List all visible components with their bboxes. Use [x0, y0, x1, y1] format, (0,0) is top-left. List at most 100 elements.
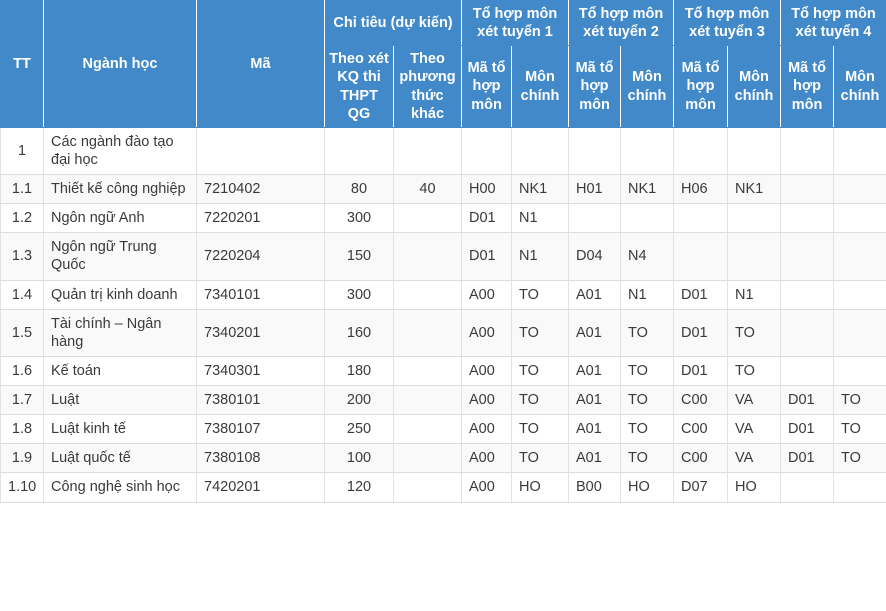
cell-ct-thpt: 80 — [324, 173, 394, 205]
cell-nganh-hoc: Thiết kế công nghiệp — [43, 173, 197, 205]
cell-th1-ma: D01 — [461, 203, 512, 234]
cell-ct-khac — [393, 355, 462, 387]
header-chi-tieu-khac: Theo phương thức khác — [393, 45, 462, 128]
header-to-hop-4: Tổ hợp môn xét tuyển 4 — [780, 0, 886, 47]
cell-ct-thpt: 250 — [324, 414, 394, 445]
cell-th2-mon: TO — [620, 355, 674, 387]
cell-ma: 7420201 — [196, 472, 325, 503]
cell-th1-mon: NK1 — [511, 173, 569, 205]
cell-nganh-hoc: Kế toán — [43, 355, 197, 387]
table-row: 1.8 Luật kinh tế 7380107 250 A00 TO A01 TO C00 VA… — [0, 414, 886, 445]
cell-th1-ma: A00 — [461, 279, 512, 310]
cell-th4-ma: D01 — [780, 384, 834, 416]
cell-th1-ma: A00 — [461, 414, 512, 445]
cell-th2-mon — [620, 203, 674, 234]
cell-th3-ma — [673, 203, 728, 234]
cell-th1-ma: H00 — [461, 173, 512, 205]
header-ma-to-hop-mon-4: Mã tổ hợp môn — [780, 45, 834, 128]
table-row: 1.9 Luật quốc tế 7380108 100 A00 TO A01 TO C00 VA… — [0, 443, 886, 474]
header-mon-chinh-2: Môn chính — [620, 45, 674, 128]
header-nganh-hoc: Ngành học — [43, 0, 197, 128]
table-body: 1 Các ngành đào tạo đại học 1.1 Thiết kế cô… — [0, 126, 886, 503]
cell-th4-mon: TO — [833, 414, 886, 445]
cell-th3-mon: TO — [727, 355, 781, 387]
cell-th3-mon: VA — [727, 414, 781, 445]
cell-th2-mon: TO — [620, 308, 674, 357]
cell-th2-ma — [568, 126, 621, 176]
cell-th4-mon: TO — [833, 384, 886, 416]
table-header: TT Ngành học Mã Chỉ tiêu (dự kiến) Tổ hợ… — [0, 0, 886, 128]
table-row: 1 Các ngành đào tạo đại học — [0, 126, 886, 176]
cell-ct-thpt: 300 — [324, 203, 394, 234]
header-row-primary: TT Ngành học Mã Chỉ tiêu (dự kiến) Tổ hợ… — [0, 0, 886, 128]
cell-ma: 7380101 — [196, 384, 325, 416]
cell-ma: 7380108 — [196, 443, 325, 474]
cell-th3-ma — [673, 126, 728, 176]
cell-th3-ma: H06 — [673, 173, 728, 205]
cell-ct-thpt — [324, 126, 394, 176]
cell-tt: 1 — [0, 126, 44, 176]
cell-tt: 1.8 — [0, 414, 44, 445]
cell-ct-thpt: 100 — [324, 443, 394, 474]
cell-th3-mon: N1 — [727, 279, 781, 310]
table-row: 1.4 Quản trị kinh doanh 7340101 300 A00 TO A01… — [0, 279, 886, 310]
cell-th3-ma: C00 — [673, 384, 728, 416]
cell-th2-mon: TO — [620, 384, 674, 416]
cell-th1-ma: A00 — [461, 355, 512, 387]
cell-ct-khac — [393, 384, 462, 416]
cell-th3-ma: D01 — [673, 279, 728, 310]
cell-th2-ma: B00 — [568, 472, 621, 503]
cell-th1-ma — [461, 126, 512, 176]
cell-tt: 1.7 — [0, 384, 44, 416]
cell-th4-mon — [833, 279, 886, 310]
cell-ct-khac — [393, 232, 462, 281]
cell-th4-ma — [780, 355, 834, 387]
cell-th4-ma — [780, 126, 834, 176]
cell-th1-mon: TO — [511, 414, 569, 445]
header-ma: Mã — [196, 0, 325, 128]
header-mon-chinh-1: Môn chính — [511, 45, 569, 128]
cell-nganh-hoc: Công nghệ sinh học — [43, 472, 197, 503]
cell-nganh-hoc: Luật kinh tế — [43, 414, 197, 445]
cell-th2-mon: N4 — [620, 232, 674, 281]
cell-th1-mon: N1 — [511, 203, 569, 234]
cell-ma: 7220201 — [196, 203, 325, 234]
cell-th4-ma: D01 — [780, 414, 834, 445]
cell-th3-ma — [673, 232, 728, 281]
header-chi-tieu-thpt: Theo xét KQ thi THPT QG — [324, 45, 394, 128]
cell-ma: 7220204 — [196, 232, 325, 281]
cell-ct-khac — [393, 308, 462, 357]
cell-th1-mon: TO — [511, 308, 569, 357]
cell-nganh-hoc: Ngôn ngữ Trung Quốc — [43, 232, 197, 281]
cell-th4-ma — [780, 173, 834, 205]
cell-th1-mon: TO — [511, 355, 569, 387]
cell-ct-khac — [393, 203, 462, 234]
cell-th4-mon — [833, 232, 886, 281]
cell-th2-ma: A01 — [568, 279, 621, 310]
cell-tt: 1.2 — [0, 203, 44, 234]
cell-ct-thpt: 160 — [324, 308, 394, 357]
cell-th2-mon: HO — [620, 472, 674, 503]
cell-th2-ma: H01 — [568, 173, 621, 205]
cell-th2-ma: A01 — [568, 414, 621, 445]
header-ma-to-hop-mon-1: Mã tổ hợp môn — [461, 45, 512, 128]
cell-th2-mon: TO — [620, 414, 674, 445]
cell-ma: 7210402 — [196, 173, 325, 205]
cell-tt: 1.4 — [0, 279, 44, 310]
cell-th1-mon: TO — [511, 279, 569, 310]
cell-tt: 1.5 — [0, 308, 44, 357]
cell-th1-mon: TO — [511, 443, 569, 474]
cell-ct-thpt: 150 — [324, 232, 394, 281]
cell-nganh-hoc: Ngôn ngữ Anh — [43, 203, 197, 234]
cell-ct-khac: 40 — [393, 173, 462, 205]
cell-th4-ma — [780, 472, 834, 503]
cell-th4-mon — [833, 203, 886, 234]
cell-th3-mon: VA — [727, 384, 781, 416]
header-mon-chinh-4: Môn chính — [833, 45, 886, 128]
cell-th4-ma — [780, 203, 834, 234]
cell-ma — [196, 126, 325, 176]
cell-ct-thpt: 180 — [324, 355, 394, 387]
header-ma-to-hop-mon-3: Mã tổ hợp môn — [673, 45, 728, 128]
cell-th3-mon — [727, 232, 781, 281]
cell-ct-thpt: 200 — [324, 384, 394, 416]
